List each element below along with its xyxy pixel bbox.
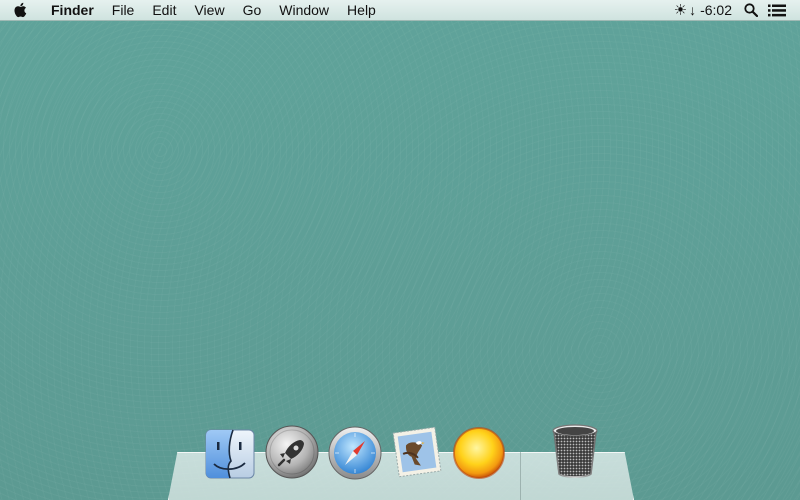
eagle-stamp-icon: [392, 426, 442, 478]
time-remaining-text: -6:02: [700, 2, 732, 18]
rocket-icon: [265, 425, 319, 479]
dock-separator: [520, 452, 521, 500]
notification-center-button[interactable]: [764, 0, 790, 21]
dock-item-mail[interactable]: [388, 423, 446, 481]
menu-bar-right: ☀ ↓ -6:02: [668, 0, 800, 20]
list-icon: [768, 4, 786, 16]
menu-window[interactable]: Window: [270, 0, 338, 21]
menu-bar-left: Finder File Edit View Go Window Help: [0, 0, 385, 20]
dock-item-finder[interactable]: [201, 425, 259, 483]
finder-icon: [205, 429, 255, 479]
menu-go[interactable]: Go: [234, 0, 271, 21]
dock-item-launchpad[interactable]: [263, 423, 321, 481]
search-icon: [744, 3, 758, 17]
menu-edit[interactable]: Edit: [143, 0, 185, 21]
sun-icon: [453, 427, 505, 479]
brightness-sun-icon: ☀: [673, 2, 688, 19]
menu-app-finder[interactable]: Finder: [40, 0, 103, 21]
menu-help[interactable]: Help: [338, 0, 385, 21]
dock-item-sun[interactable]: [450, 424, 508, 482]
dock-item-trash[interactable]: [546, 422, 604, 480]
dock-item-safari[interactable]: [326, 424, 384, 482]
menu-bar: Finder File Edit View Go Window Help ☀ ↓…: [0, 0, 800, 21]
apple-icon: [14, 2, 27, 18]
spotlight-button[interactable]: [738, 0, 764, 21]
battery-status[interactable]: ☀ ↓ -6:02: [668, 0, 738, 21]
apple-menu[interactable]: [0, 0, 40, 21]
trash-icon: [552, 424, 598, 478]
menu-view[interactable]: View: [185, 0, 233, 21]
compass-icon: [328, 426, 382, 480]
arrow-down-icon: ↓: [689, 2, 697, 18]
menu-file[interactable]: File: [103, 0, 144, 21]
